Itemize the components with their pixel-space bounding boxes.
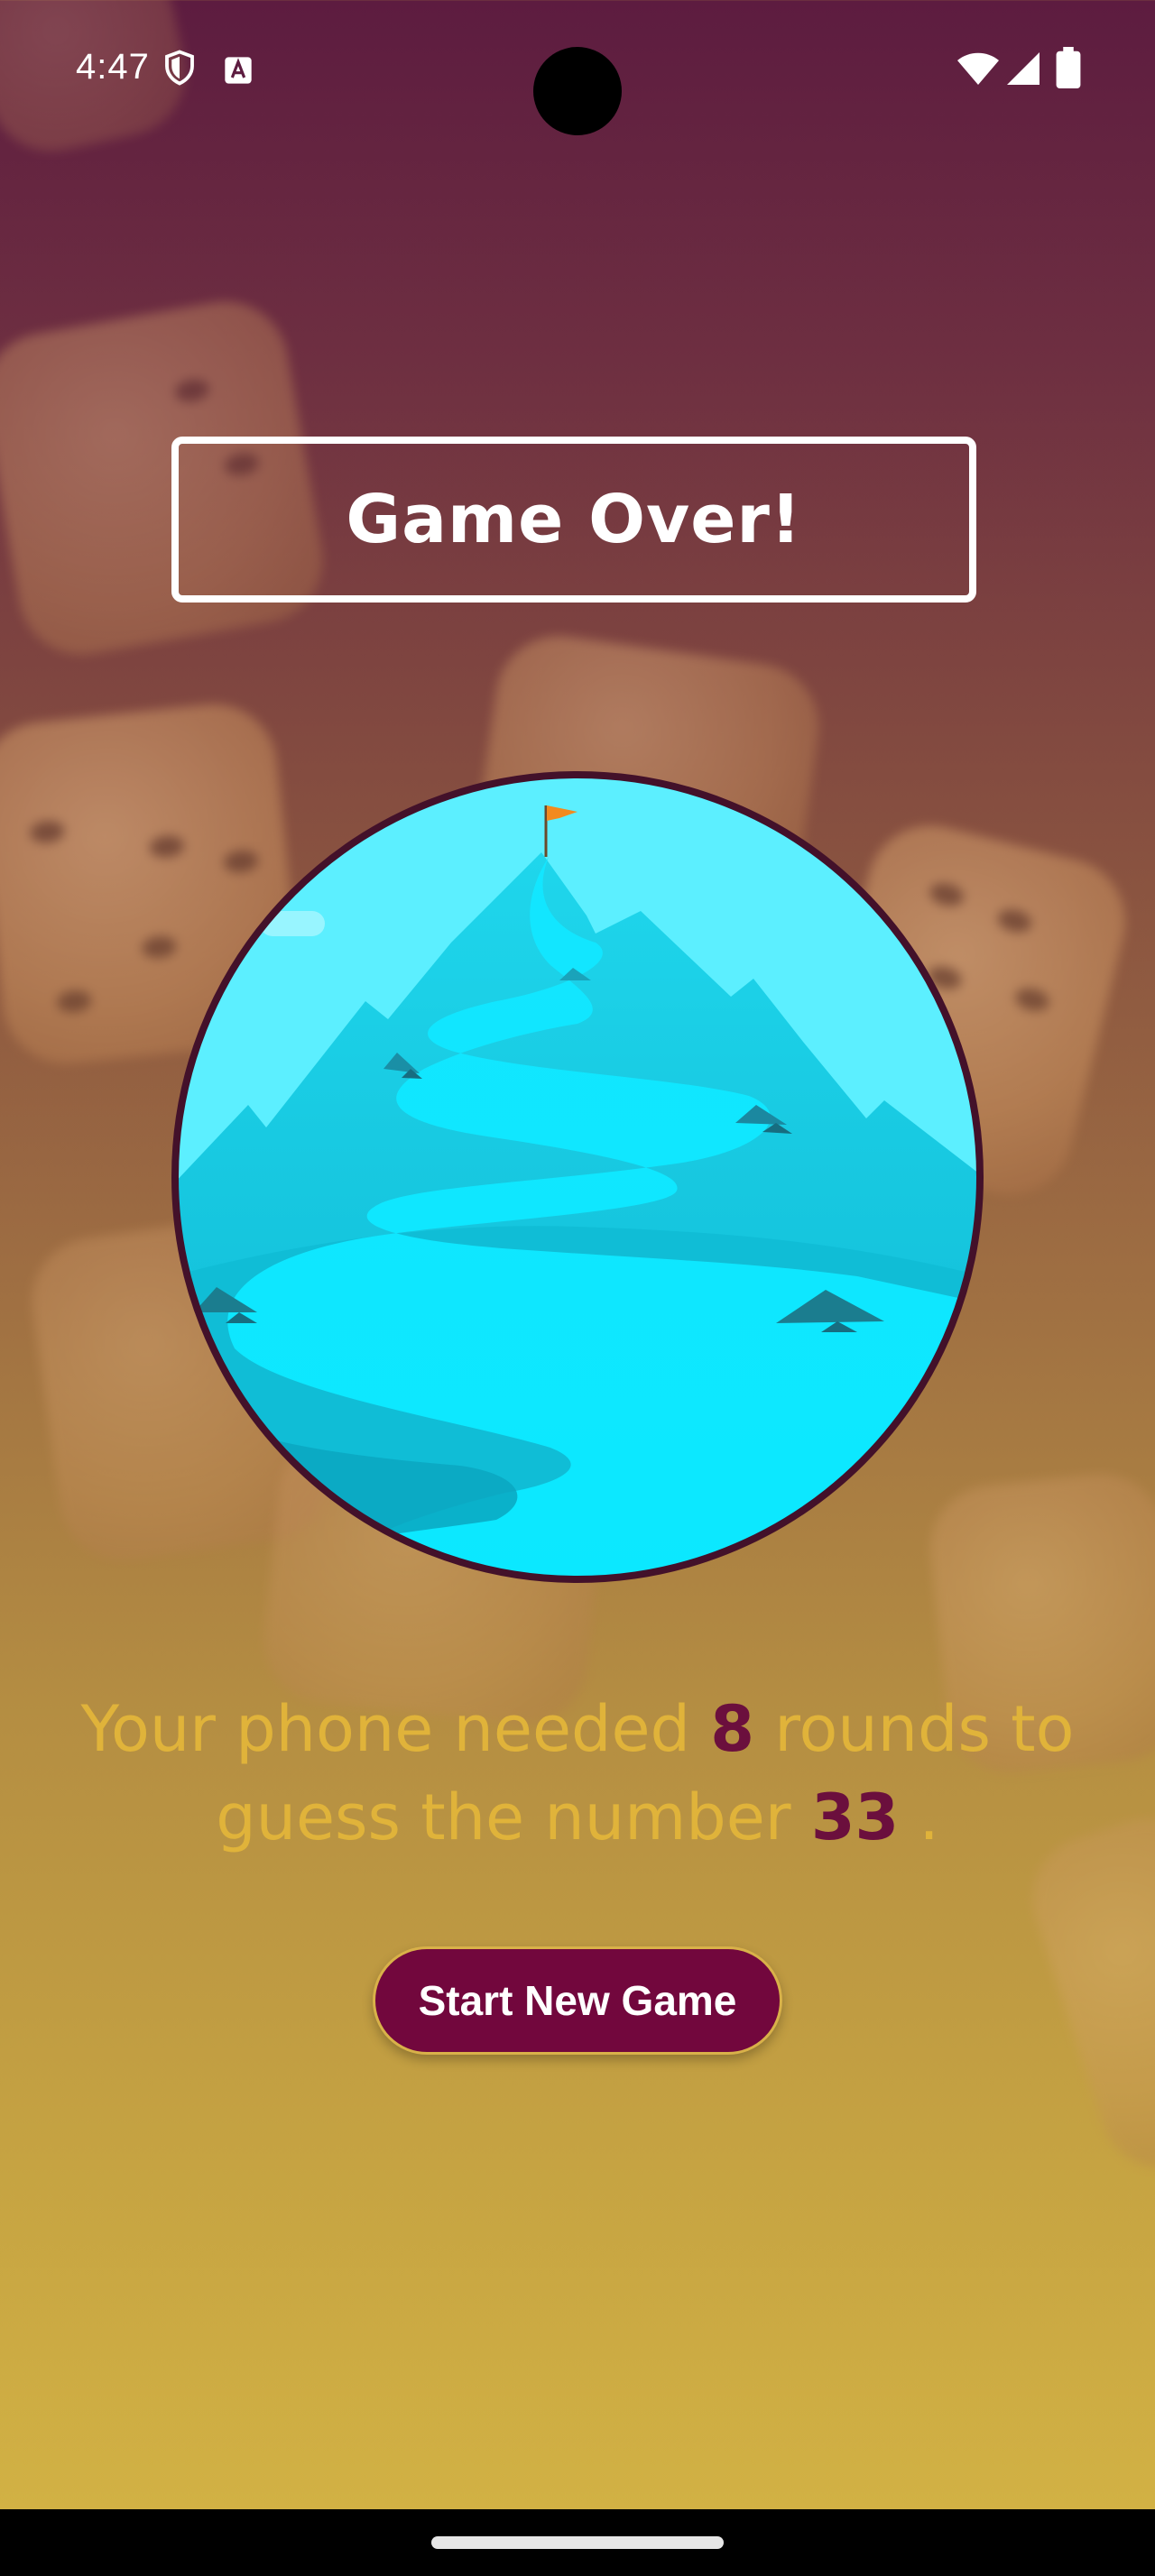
home-gesture-handle[interactable] [431,2536,724,2549]
keyboard-a-icon [224,56,253,88]
navigation-bar [0,2509,1155,2576]
status-bar: 4:47 [0,0,1155,135]
result-summary: Your phone needed 8 rounds to guess the … [54,1685,1101,1862]
target-number: 33 [810,1780,900,1854]
camera-cutout [533,47,622,135]
game-over-illustration [171,771,984,1583]
start-new-game-button[interactable]: Start New Game [373,1946,782,2055]
page-title: Game Over! [346,481,802,558]
summary-suffix: . [919,1780,939,1854]
status-time: 4:47 [76,47,150,87]
shield-icon [161,49,199,90]
rounds-count: 8 [710,1692,754,1766]
summary-prefix: Your phone needed [80,1692,690,1766]
battery-icon [1056,47,1081,92]
wifi-icon [956,51,1000,90]
signal-icon [1005,51,1041,90]
title-box: Game Over! [171,437,976,603]
